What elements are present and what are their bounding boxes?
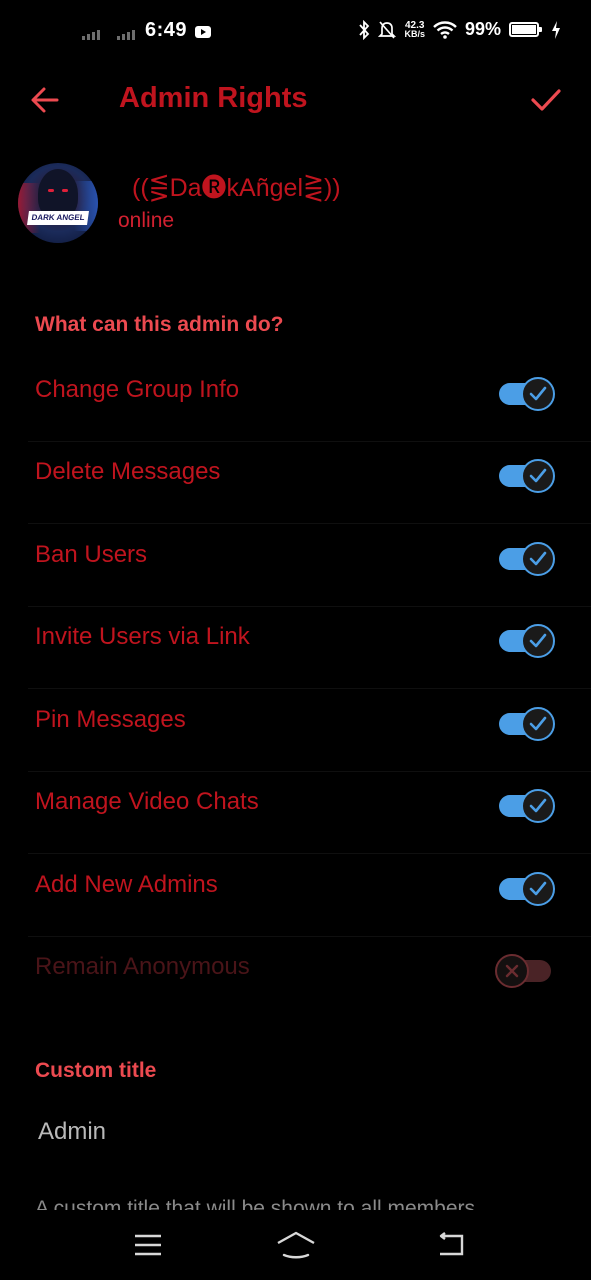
permission-row[interactable]: Remain Anonymous [0,937,591,1019]
done-button[interactable] [523,78,569,122]
status-icons: 42.3 KB/s 99% [358,19,561,40]
signal-icon [117,30,135,40]
avatar[interactable]: DARK ANGEL [18,163,98,243]
permission-label: Invite Users via Link [35,623,250,650]
menu-icon [135,1234,161,1256]
battery-icon [509,22,542,37]
permission-toggle[interactable] [495,954,555,988]
permission-row[interactable]: Change Group Info [0,360,591,442]
custom-title-header: Custom title [35,1059,157,1082]
check-icon [529,881,547,896]
wifi-icon [433,20,457,39]
navigation-bar [0,1210,591,1280]
permission-label: Ban Users [35,541,148,568]
check-icon [529,798,547,813]
permission-label: Pin Messages [35,706,186,733]
check-icon [529,386,547,401]
home-icon [277,1231,315,1259]
status-bar: 6:49 42.3 KB/s 99% [0,0,591,64]
mute-icon [378,20,397,39]
permission-row[interactable]: Delete Messages [0,442,591,524]
net-speed-unit: KB/s [404,28,425,39]
page-title: Admin Rights [119,82,308,114]
permission-toggle[interactable] [497,542,555,576]
clock: 6:49 [145,19,188,41]
permission-label: Add New Admins [35,871,218,898]
battery-percent: 99% [464,19,501,39]
check-icon [529,468,547,483]
permission-row[interactable]: Pin Messages [0,690,591,772]
net-speed: 42.3 KB/s [404,20,425,39]
permission-label: Change Group Info [35,376,240,403]
x-icon [505,964,519,978]
custom-title-hint: A custom title that will be shown to all… [35,1197,476,1210]
profile-status: online [118,209,175,232]
divider [28,688,591,689]
permission-label: Manage Video Chats [35,788,259,815]
checkmark-icon [531,89,561,111]
arrow-left-icon [31,87,59,113]
permission-row[interactable]: Ban Users [0,525,591,607]
avatar-text: DARK ANGEL [27,211,89,225]
check-icon [529,551,547,566]
permission-row[interactable]: Manage Video Chats [0,772,591,854]
permission-label: Remain Anonymous [35,953,250,980]
youtube-icon [195,26,211,38]
custom-title-input[interactable]: Admin [38,1118,106,1146]
signal-icon [82,30,100,40]
permission-row[interactable]: Invite Users via Link [0,607,591,689]
permission-toggle[interactable] [497,707,555,741]
bluetooth-icon [359,19,370,40]
check-icon [529,716,547,731]
home-button[interactable] [274,1228,318,1262]
permission-row[interactable]: Add New Admins [0,855,591,937]
recents-button[interactable] [126,1228,170,1262]
permission-toggle[interactable] [497,377,555,411]
divider [28,523,591,524]
permission-toggle[interactable] [497,789,555,823]
permission-toggle[interactable] [497,624,555,658]
app-bar: Admin Rights [0,64,591,136]
charging-icon [552,20,560,39]
divider [28,853,591,854]
permission-toggle[interactable] [497,459,555,493]
permission-label: Delete Messages [35,458,221,485]
back-icon [439,1232,464,1256]
permission-toggle[interactable] [497,872,555,906]
permissions-header: What can this admin do? [35,313,284,336]
system-back-button[interactable] [428,1228,472,1262]
back-button[interactable] [22,78,68,122]
profile-name: ((⋚Da🅡kAñgel⋛)) [132,174,341,202]
check-icon [529,633,547,648]
